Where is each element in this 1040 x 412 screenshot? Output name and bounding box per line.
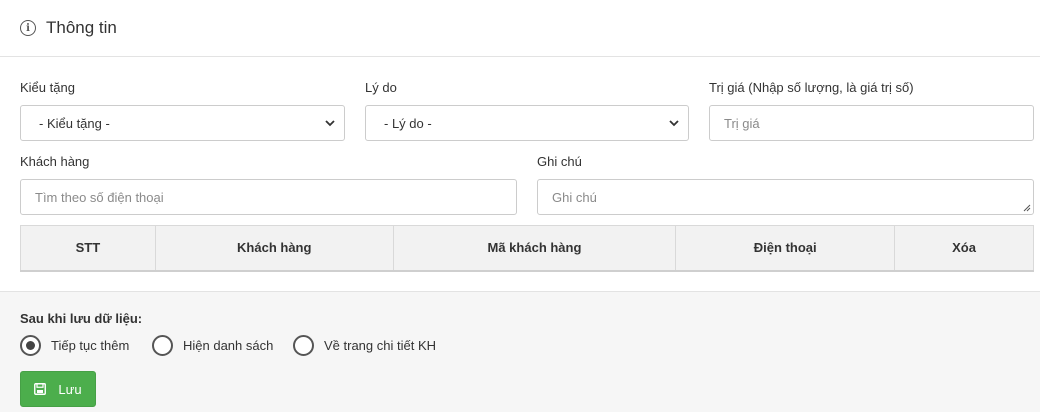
chevron-down-icon [325,120,335,127]
value-label: Trị giá (Nhập số lượng, là giá trị số) [709,80,914,95]
section-title: Thông tin [46,18,117,37]
radio-label: Về trang chi tiết KH [324,338,436,353]
column-header-stt: STT [20,225,156,272]
resize-grip-icon[interactable] [1023,204,1031,212]
column-header-customer-code: Mã khách hàng [392,225,677,272]
reason-value: - Lý do - [384,115,432,131]
value-placeholder: Trị giá [724,115,760,131]
form-footer: Sau khi lưu dữ liệu: Tiếp tục thêm Hiện … [0,291,1040,412]
column-header-customer: Khách hàng [154,225,394,272]
column-header-phone: Điện thoại [675,225,896,272]
customer-label: Khách hàng [20,154,90,169]
floppy-disk-icon [34,383,47,395]
column-header-delete: Xóa [894,225,1034,272]
customer-placeholder: Tìm theo số điện thoại [35,189,164,205]
radio-unselected-icon[interactable] [152,335,173,356]
radio-show-list[interactable]: Hiện danh sách [152,335,273,356]
after-save-label: Sau khi lưu dữ liệu: [20,311,143,326]
reason-select[interactable]: - Lý do - [365,105,689,141]
save-button-label: Lưu [58,381,82,397]
radio-unselected-icon[interactable] [293,335,314,356]
customer-table: STT Khách hàng Mã khách hàng Điện thoại … [20,225,1034,272]
value-input[interactable]: Trị giá [709,105,1034,141]
info-icon: i [20,20,36,36]
chevron-down-icon [669,120,679,127]
customer-search-input[interactable]: Tìm theo số điện thoại [20,179,517,215]
radio-continue-adding[interactable]: Tiếp tục thêm [20,335,129,356]
section-header: i Thông tin [0,0,1040,57]
note-textarea[interactable]: Ghi chú [537,179,1034,215]
radio-label: Hiện danh sách [183,338,274,353]
radio-label: Tiếp tục thêm [51,338,130,353]
reason-label: Lý do [365,80,397,95]
gift-type-select[interactable]: - Kiểu tặng - [20,105,345,141]
save-button[interactable]: Lưu [20,371,96,407]
table-header-row: STT Khách hàng Mã khách hàng Điện thoại … [20,225,1034,272]
radio-selected-icon[interactable] [20,335,41,356]
note-label: Ghi chú [537,154,582,169]
radio-customer-detail[interactable]: Về trang chi tiết KH [293,335,436,356]
gift-type-label: Kiểu tặng [20,80,75,95]
gift-type-value: - Kiểu tặng - [39,115,110,131]
note-placeholder: Ghi chú [552,189,597,205]
